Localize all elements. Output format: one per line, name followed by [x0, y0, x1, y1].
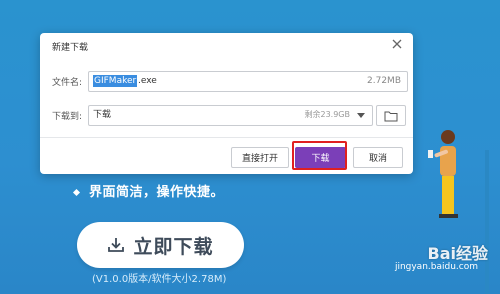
bullet-icon [72, 188, 81, 197]
close-icon[interactable] [390, 37, 404, 51]
open-directly-button[interactable]: 直接打开 [231, 147, 289, 168]
divider [40, 137, 413, 138]
filesize: 2.72MB [367, 76, 401, 86]
filename-label: 文件名: [52, 78, 83, 88]
cancel-button[interactable]: 取消 [353, 147, 403, 168]
feature-text-label: 界面简洁，操作快捷。 [89, 185, 225, 200]
directory-value: 下载 [93, 110, 112, 120]
watermark-url: jingyan.baidu.com [394, 262, 478, 272]
remaining-space: 剩余23.9GB [304, 110, 351, 119]
dialog-title: 新建下载 [52, 43, 89, 53]
download-now-label: 立即下载 [133, 235, 214, 258]
highlight-box [292, 141, 347, 170]
filename-selected-text: GIFMaker [93, 75, 138, 87]
directory-label: 下载到: [52, 112, 83, 122]
filename-input[interactable]: GIFMaker .exe 2.72MB [88, 71, 408, 92]
download-icon [108, 238, 125, 252]
directory-select[interactable]: 下载 剩余23.9GB [88, 105, 373, 126]
download-now-button[interactable]: 立即下载 [77, 222, 244, 268]
version-info: (V1.0.0版本/软件大小2.78M) [92, 274, 227, 285]
feature-text: 界面简洁，操作快捷。 [72, 181, 225, 200]
folder-icon [384, 111, 398, 121]
filename-extension: .exe [138, 76, 157, 86]
new-download-dialog: 新建下载 文件名: GIFMaker .exe 2.72MB 下载到: 下载 剩… [40, 33, 413, 174]
chevron-down-icon[interactable] [357, 113, 365, 118]
browse-folder-button[interactable] [376, 105, 406, 126]
watermark-brand: Bai经验 [427, 244, 488, 263]
